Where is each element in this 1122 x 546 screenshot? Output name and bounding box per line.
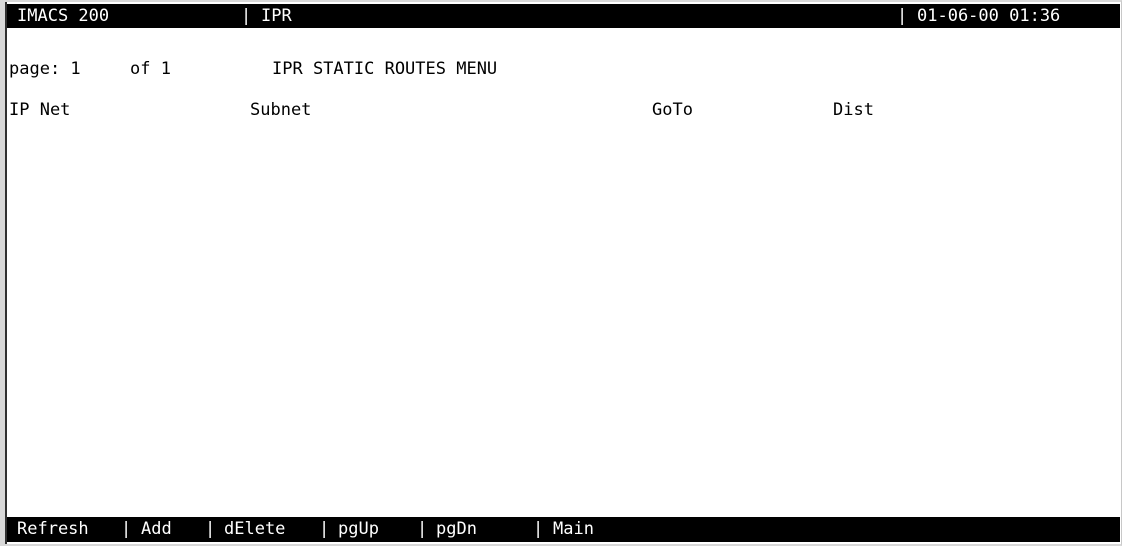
command-separator: | <box>121 519 132 539</box>
status-separator: | <box>241 6 252 26</box>
main-command[interactable]: Main <box>553 517 594 542</box>
column-header-goto: GoTo <box>652 100 693 120</box>
column-header-subnet: Subnet <box>250 100 312 120</box>
command-separator: | <box>205 519 216 539</box>
column-header-dist: Dist <box>833 100 874 120</box>
command-separator: | <box>319 519 330 539</box>
delete-command[interactable]: dElete <box>224 517 285 542</box>
page-total: of 1 <box>130 59 171 79</box>
status-bar: IMACS 200 | IPR | 01-06-00 01:36 <box>7 4 1120 28</box>
system-name: IMACS 200 <box>17 6 110 26</box>
column-header-ip-net: IP Net <box>9 100 71 120</box>
status-separator: | <box>897 6 908 26</box>
command-separator: | <box>417 519 428 539</box>
add-command[interactable]: Add <box>141 517 172 542</box>
page-number: page: 1 <box>9 59 81 79</box>
module-name: IPR <box>261 6 292 26</box>
command-bar: Refresh | Add | dElete | pgUp | pgDn | M… <box>7 517 1120 542</box>
refresh-command[interactable]: Refresh <box>17 517 89 542</box>
date-time: 01-06-00 01:36 <box>917 6 1061 26</box>
command-separator: | <box>533 519 544 539</box>
page-down-command[interactable]: pgDn <box>436 517 477 542</box>
page-up-command[interactable]: pgUp <box>338 517 379 542</box>
terminal-screen <box>0 0 1122 546</box>
menu-title: IPR STATIC ROUTES MENU <box>272 59 498 79</box>
